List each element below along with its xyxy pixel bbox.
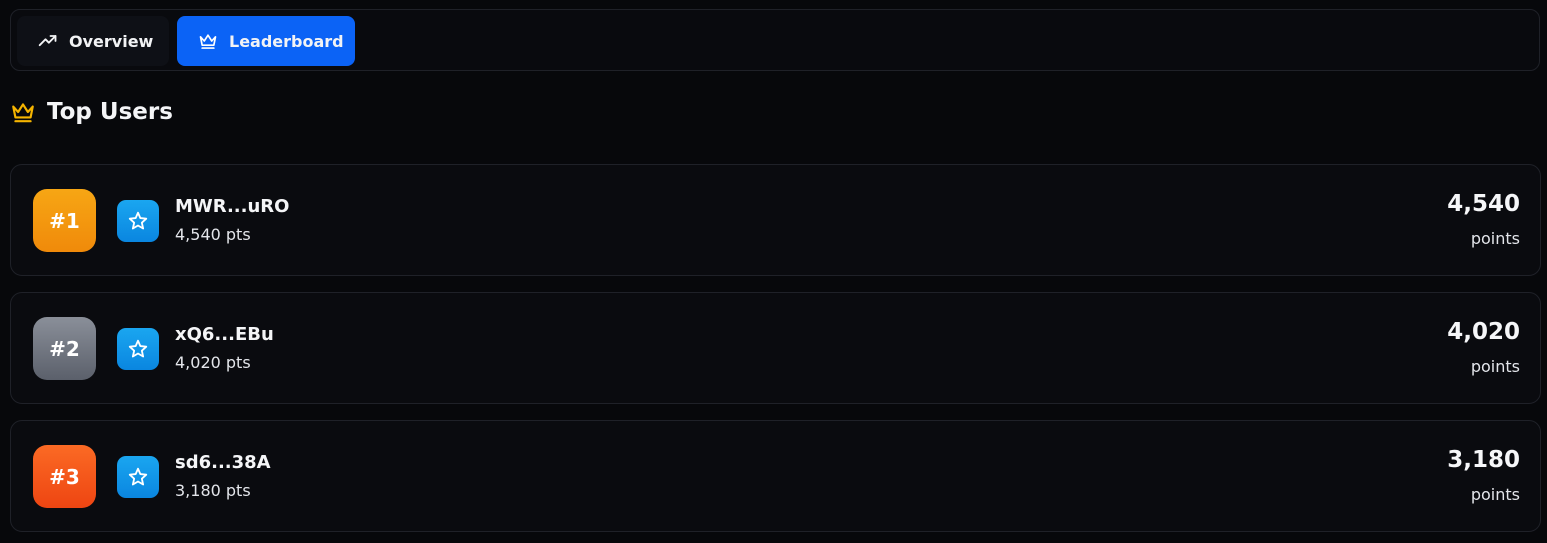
avatar [117,456,159,498]
tab-leaderboard-label: Leaderboard [229,31,344,51]
user-points: 4,540 pts [175,225,251,244]
avatar [117,200,159,242]
star-icon [128,339,148,358]
leaderboard-row[interactable]: #2 xQ6...EBu 4,020 pts 4,020 points [10,292,1541,404]
score-value: 4,020 [1447,319,1520,345]
rank-badge: #1 [33,189,96,252]
section-title: Top Users [47,99,173,125]
rank-badge: #3 [33,445,96,508]
tab-overview[interactable]: Overview [17,16,169,66]
crown-icon [10,99,36,125]
leaderboard-row[interactable]: #1 MWR...uRO 4,540 pts 4,540 points [10,164,1541,276]
user-points: 4,020 pts [175,353,251,372]
tab-overview-label: Overview [69,31,154,51]
user-name: sd6...38A [175,452,271,473]
crown-icon [197,30,219,52]
star-icon [128,467,148,486]
star-icon [128,211,148,230]
avatar [117,328,159,370]
leaderboard-row[interactable]: #3 sd6...38A 3,180 pts 3,180 points [10,420,1541,532]
user-points: 3,180 pts [175,481,251,500]
rank-badge: #2 [33,317,96,380]
trending-up-icon [37,30,59,52]
score-label: points [1470,229,1520,248]
score-label: points [1470,357,1520,376]
score-value: 3,180 [1447,447,1520,473]
section-heading: Top Users [10,96,173,128]
score-value: 4,540 [1447,191,1520,217]
score-label: points [1470,485,1520,504]
tab-bar: Overview Leaderboard [10,9,1540,71]
user-name: xQ6...EBu [175,324,274,345]
leaderboard-page: Overview Leaderboard Top Users #1 MWR...… [0,0,1547,543]
user-name: MWR...uRO [175,196,290,217]
tab-leaderboard[interactable]: Leaderboard [177,16,355,66]
